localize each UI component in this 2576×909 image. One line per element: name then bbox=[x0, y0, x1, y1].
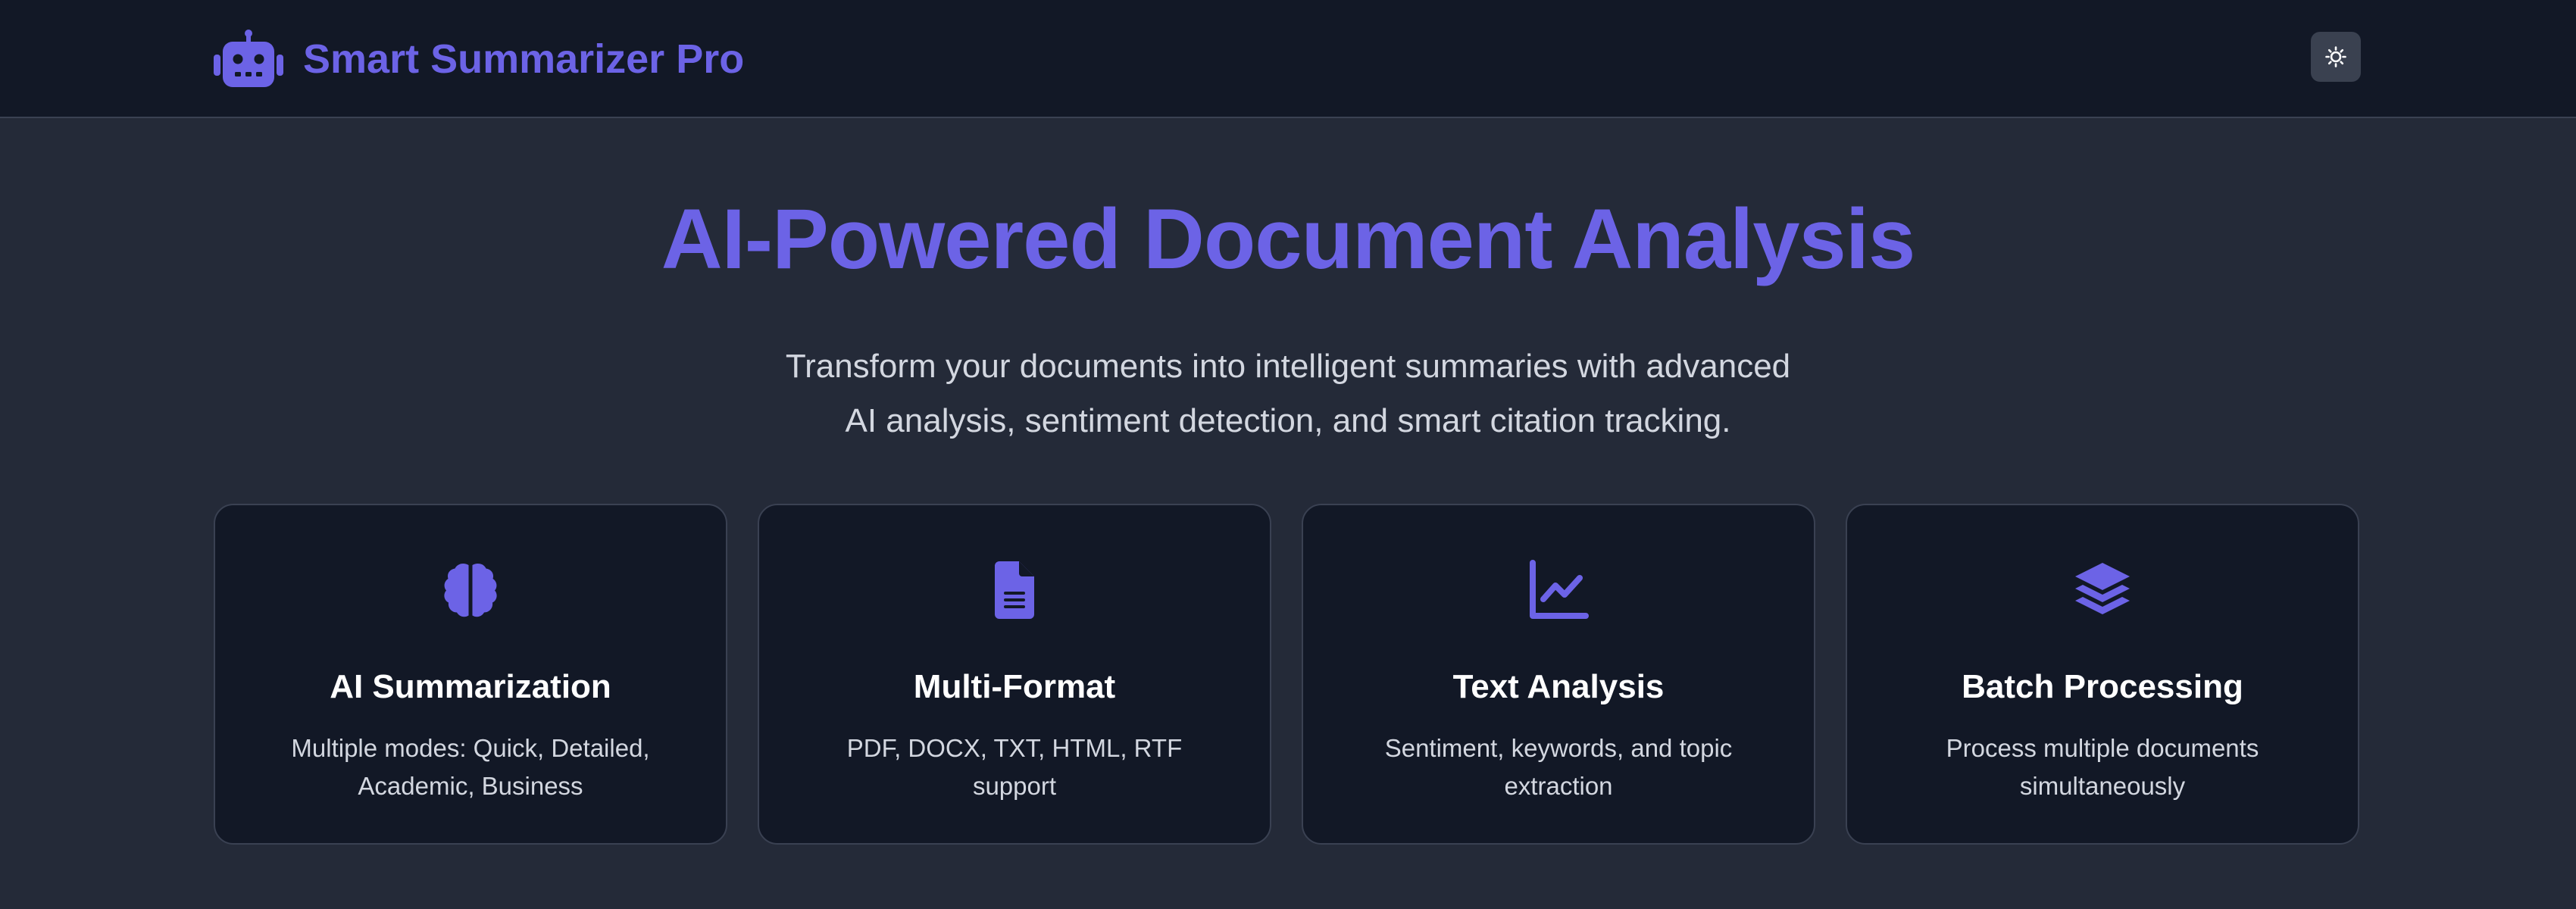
app-title: Smart Summarizer Pro bbox=[303, 36, 745, 82]
feature-card-batch-processing[interactable]: Batch Processing Process multiple docume… bbox=[1846, 504, 2359, 845]
sun-icon bbox=[2325, 46, 2346, 67]
feature-title: Batch Processing bbox=[1962, 668, 2243, 705]
chart-line-icon bbox=[1528, 560, 1589, 620]
feature-description: PDF, DOCX, TXT, HTML, RTF support bbox=[846, 734, 1183, 800]
feature-card-ai-summarization[interactable]: AI Summarization Multiple modes: Quick, … bbox=[214, 504, 727, 845]
theme-toggle-button[interactable] bbox=[2311, 32, 2361, 82]
hero-subtitle: Transform your documents into intelligen… bbox=[644, 339, 1932, 448]
hero-subtitle-line-2: AI analysis, sentiment detection, and sm… bbox=[845, 402, 1731, 439]
feature-card-multi-format[interactable]: Multi-Format PDF, DOCX, TXT, HTML, RTF s… bbox=[758, 504, 1271, 845]
hero-title: AI-Powered Document Analysis bbox=[661, 192, 1915, 286]
layers-icon bbox=[2072, 560, 2133, 620]
feature-description: Process multiple documents simultaneousl… bbox=[1946, 734, 2259, 800]
brand[interactable]: Smart Summarizer Pro bbox=[212, 29, 744, 89]
feature-title: Text Analysis bbox=[1452, 668, 1665, 705]
hero-subtitle-line-1: Transform your documents into intelligen… bbox=[785, 348, 1791, 385]
feature-title: Multi-Format bbox=[913, 668, 1116, 705]
feature-card-text-analysis[interactable]: Text Analysis Sentiment, keywords, and t… bbox=[1302, 504, 1815, 845]
feature-title: AI Summarization bbox=[330, 668, 611, 705]
top-navbar: Smart Summarizer Pro bbox=[0, 0, 2576, 118]
brain-icon bbox=[440, 560, 501, 620]
robot-icon bbox=[212, 29, 285, 89]
feature-description: Sentiment, keywords, and topic extractio… bbox=[1384, 734, 1733, 800]
file-document-icon bbox=[984, 560, 1045, 620]
feature-cards: AI Summarization Multiple modes: Quick, … bbox=[214, 504, 2361, 845]
feature-description: Multiple modes: Quick, Detailed, Academi… bbox=[291, 734, 650, 800]
